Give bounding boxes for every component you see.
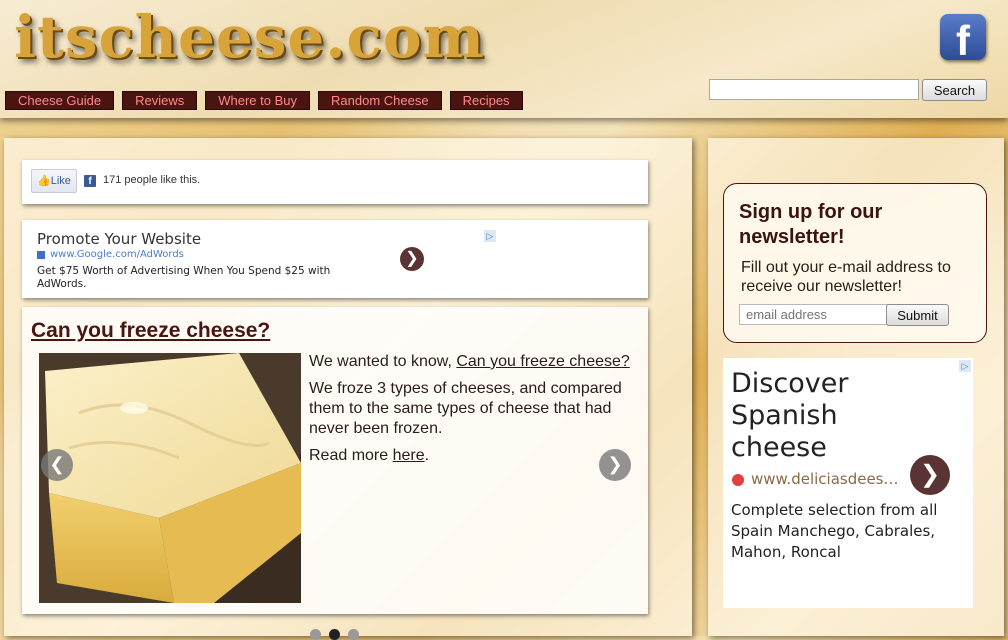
cheese-image[interactable] [39, 353, 301, 603]
like-label: Like [50, 175, 71, 187]
facebook-like-box: 👍Like f 171 people like this. [22, 160, 648, 204]
slide-p3-text: Read more [309, 447, 393, 464]
chevron-right-icon[interactable]: ❯ [400, 247, 424, 271]
featured-slider: Can you freeze cheese? We wanted to know… [22, 307, 648, 614]
slide-p3-suffix: . [424, 447, 430, 464]
slide-title[interactable]: Can you freeze cheese? [31, 319, 270, 343]
ad-sidebar[interactable]: ▷ Discover Spanish cheese www.deliciasde… [723, 358, 973, 608]
nav-item-reviews[interactable]: Reviews [122, 91, 198, 110]
newsletter-title: Sign up for our newsletter! [739, 201, 883, 248]
side-ad-description: Complete selection from all Spain Manche… [731, 501, 938, 561]
nav-item-random-cheese[interactable]: Random Cheese [318, 91, 442, 110]
read-more-link[interactable]: here [393, 447, 425, 464]
side-ad-title[interactable]: Discover Spanish cheese [731, 368, 921, 464]
nav-item-cheese-guide[interactable]: Cheese Guide [5, 91, 115, 110]
site-logo[interactable]: itscheese.com [14, 2, 485, 72]
side-ad-url-icon [732, 474, 744, 486]
like-button[interactable]: 👍Like [31, 169, 77, 193]
ad-url[interactable]: www.Google.com/AdWords [50, 249, 184, 260]
slide-p1-text: We wanted to know, [309, 353, 457, 370]
ad-title[interactable]: Promote Your Website [37, 230, 201, 248]
cheese-block-illustration [39, 353, 301, 603]
chevron-right-icon[interactable]: ❯ [599, 449, 631, 481]
newsletter-description: Fill out your e-mail address to receive … [741, 259, 951, 295]
newsletter-box: Sign up for our newsletter! Fill out you… [723, 183, 987, 343]
nav-item-where-to-buy[interactable]: Where to Buy [205, 91, 311, 110]
adchoices-icon[interactable]: ▷ [959, 360, 971, 372]
search-input[interactable] [709, 79, 919, 100]
slide-paragraph-3: Read more here. [309, 446, 639, 466]
slider-dot-2[interactable] [329, 629, 340, 640]
adchoices-icon[interactable]: ▷ [484, 230, 496, 242]
facebook-icon[interactable]: f [940, 14, 986, 60]
ad-banner-top[interactable]: Promote Your Website www.Google.com/AdWo… [22, 220, 648, 298]
slide-paragraph-1: We wanted to know, Can you freeze cheese… [309, 352, 639, 372]
thumbs-up-icon: 👍 [37, 175, 51, 187]
submit-button[interactable]: Submit [886, 304, 949, 326]
slider-dot-1[interactable] [310, 629, 321, 640]
like-count: 171 people like this. [103, 174, 201, 186]
facebook-small-icon: f [84, 175, 96, 187]
chevron-right-icon[interactable]: ❯ [910, 455, 950, 495]
slide-link-freeze[interactable]: Can you freeze cheese? [456, 353, 629, 370]
slider-dots [310, 629, 359, 640]
ad-description: Get $75 Worth of Advertising When You Sp… [37, 265, 331, 290]
site-header: itscheese.com f Cheese Guide Reviews Whe… [0, 0, 1008, 118]
search-button[interactable]: Search [922, 79, 987, 101]
main-nav: Cheese Guide Reviews Where to Buy Random… [5, 91, 523, 110]
side-ad-url[interactable]: www.deliciasdees… [751, 470, 899, 488]
slide-paragraph-2: We froze 3 types of cheeses, and compare… [309, 380, 622, 437]
slide-text: We wanted to know, Can you freeze cheese… [309, 352, 639, 473]
ad-url-icon [37, 251, 45, 259]
nav-item-recipes[interactable]: Recipes [449, 91, 523, 110]
email-field[interactable] [739, 304, 889, 325]
slider-dot-3[interactable] [348, 629, 359, 640]
chevron-left-icon[interactable]: ❮ [41, 449, 73, 481]
